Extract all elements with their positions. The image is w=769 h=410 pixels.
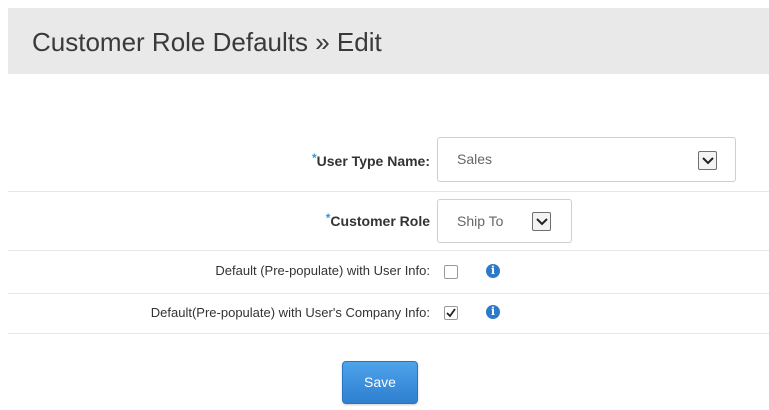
default-user-info-checkbox[interactable]	[444, 265, 458, 279]
chevron-down-icon[interactable]	[698, 151, 717, 170]
page-header: Customer Role Defaults » Edit	[8, 8, 769, 74]
customer-role-row: *Customer Role Ship To	[8, 192, 769, 251]
customer-role-label-text: Customer Role	[330, 213, 430, 229]
customer-role-value: Ship To	[457, 213, 504, 229]
default-company-info-row: Default(Pre-populate) with User's Compan…	[8, 294, 769, 334]
default-company-info-label: Default(Pre-populate) with User's Compan…	[150, 305, 430, 320]
user-type-value: Sales	[457, 151, 493, 167]
default-user-info-row: Default (Pre-populate) with User Info: i	[8, 251, 769, 294]
info-icon[interactable]: i	[486, 305, 500, 319]
default-user-info-label: Default (Pre-populate) with User Info:	[215, 263, 430, 278]
user-type-label: *User Type Name:	[311, 151, 430, 169]
check-icon	[446, 308, 456, 318]
info-icon[interactable]: i	[486, 264, 500, 278]
default-company-info-checkbox[interactable]	[444, 306, 458, 320]
chevron-down-icon[interactable]	[532, 212, 551, 231]
customer-role-select[interactable]: Ship To	[437, 199, 572, 243]
required-marker: *	[311, 151, 317, 165]
user-type-select[interactable]: Sales	[437, 137, 736, 182]
save-button[interactable]: Save	[342, 361, 418, 404]
user-type-row: *User Type Name: Sales	[8, 136, 769, 192]
customer-role-label: *Customer Role	[325, 211, 430, 229]
required-marker: *	[325, 211, 331, 225]
page-title: Customer Role Defaults » Edit	[32, 27, 382, 57]
user-type-label-text: User Type Name:	[316, 153, 430, 169]
